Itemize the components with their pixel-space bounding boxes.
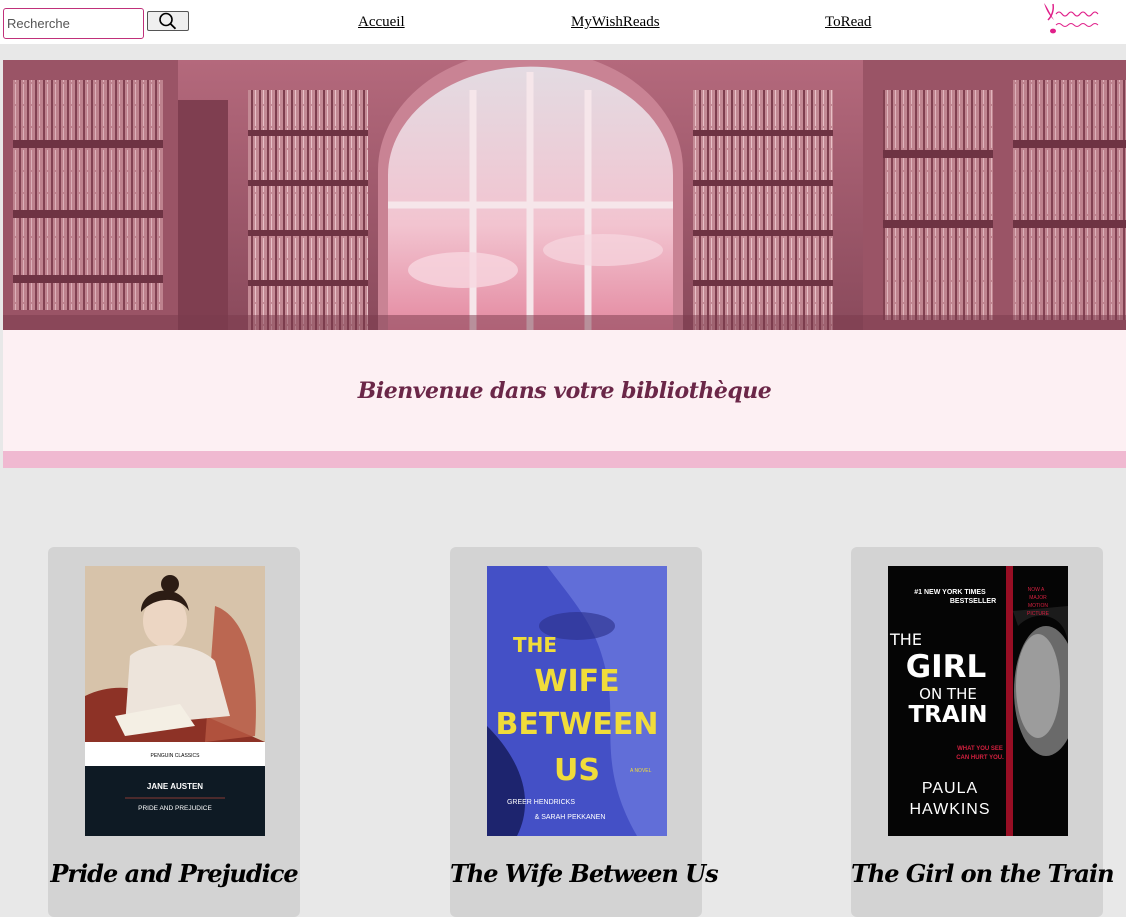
cover-line: US — [554, 753, 600, 788]
cover-title: PRIDE AND PREJUDICE — [138, 805, 212, 812]
search-button[interactable] — [147, 11, 189, 31]
cover-bestseller: #1 NEW YORK TIMES — [914, 589, 986, 596]
cover-bestseller: BESTSELLER — [950, 598, 996, 605]
cover-tag: A NOVEL — [630, 768, 652, 774]
cover-motion: PICTURE — [1027, 611, 1050, 617]
book-card[interactable]: #1 NEW YORK TIMES BESTSELLER NOW A MAJOR… — [851, 547, 1115, 917]
search-icon — [159, 12, 177, 30]
cover-line: THE — [889, 630, 922, 649]
cover-line: BETWEEN — [495, 707, 658, 742]
cover-motion: MAJOR — [1029, 595, 1047, 601]
welcome-banner: Bienvenue dans votre bibliothèque — [3, 330, 1126, 451]
cover-author: PAULA — [922, 780, 978, 797]
book-title[interactable]: The Girl on the Train — [851, 859, 1115, 888]
nav-link-accueil[interactable]: Accueil — [358, 14, 405, 31]
hero-library-image — [3, 60, 1126, 330]
cover-line: WIFE — [534, 664, 619, 699]
book-card[interactable]: THE WIFE BETWEEN US A NOVEL GREER HENDRI… — [450, 547, 719, 917]
book-cover[interactable]: #1 NEW YORK TIMES BESTSELLER NOW A MAJOR… — [888, 566, 1068, 836]
cover-author: JANE AUSTEN — [147, 782, 203, 791]
book-title[interactable]: Pride and Prejudice — [48, 859, 300, 888]
logo[interactable] — [1034, 0, 1118, 42]
search-input[interactable] — [3, 8, 144, 39]
nav-link-toread[interactable]: ToRead — [825, 14, 871, 31]
cover-line: GIRL — [906, 649, 987, 685]
book-card[interactable]: PENGUIN CLASSICS JANE AUSTEN PRIDE AND P… — [48, 547, 300, 917]
cover-series: PENGUIN CLASSICS — [151, 753, 201, 759]
cover-line: ON THE — [919, 685, 977, 703]
book-title[interactable]: The Wife Between Us — [450, 859, 719, 888]
cover-author: & SARAH PEKKANEN — [535, 814, 606, 821]
nav-link-mywishreads[interactable]: MyWishReads — [571, 14, 660, 31]
cover-tagline: WHAT YOU SEE — [957, 746, 1003, 752]
cover-tagline: CAN HURT YOU. — [956, 755, 1004, 761]
divider — [3, 451, 1126, 468]
cover-line: THE — [513, 633, 557, 657]
cover-line: TRAIN — [908, 702, 987, 728]
cover-author: HAWKINS — [909, 801, 990, 818]
top-navbar: Accueil MyWishReads ToRead — [0, 0, 1126, 44]
welcome-title: Bienvenue dans votre bibliothèque — [357, 377, 772, 404]
book-cover[interactable]: PENGUIN CLASSICS JANE AUSTEN PRIDE AND P… — [85, 566, 265, 836]
book-cover[interactable]: THE WIFE BETWEEN US A NOVEL GREER HENDRI… — [487, 566, 667, 836]
cover-motion: NOW A — [1028, 587, 1045, 593]
cover-author: GREER HENDRICKS — [507, 799, 575, 806]
cover-motion: MOTION — [1028, 603, 1048, 609]
